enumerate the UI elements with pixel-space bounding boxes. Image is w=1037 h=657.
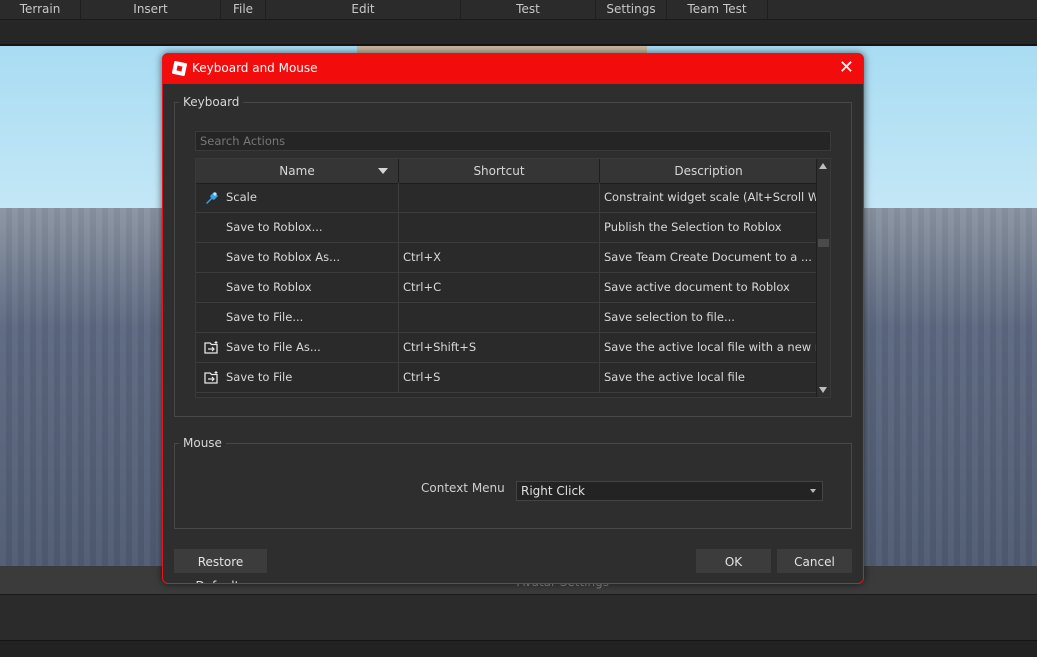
context-menu-label: Context Menu: [421, 481, 505, 495]
tab-test[interactable]: Test: [461, 0, 596, 19]
scroll-down-icon[interactable]: [819, 387, 827, 393]
close-icon[interactable]: ✕: [839, 58, 854, 78]
tab-team-test[interactable]: Team Test: [667, 0, 768, 19]
dialog-title-bar[interactable]: Keyboard and Mouse ✕: [163, 54, 863, 84]
row-description: Constraint widget scale (Alt+Scroll Whee…: [600, 183, 818, 212]
cancel-button[interactable]: Cancel: [777, 549, 852, 573]
row-shortcut[interactable]: Ctrl+Shift+S: [399, 333, 600, 362]
row-description: Save Team Create Document to a ...: [600, 243, 818, 272]
column-description-label: Description: [674, 164, 743, 178]
row-description: Save active document to Roblox: [600, 273, 818, 302]
mouse-group-label: Mouse: [179, 436, 226, 450]
row-description: Save the active local file: [600, 363, 818, 392]
row-description: Save the active local file with a new na…: [600, 333, 818, 362]
keyboard-mouse-dialog: Keyboard and Mouse ✕ Keyboard Name Short…: [162, 53, 864, 584]
search-actions-input[interactable]: [195, 131, 831, 151]
tab-edit[interactable]: Edit: [266, 0, 461, 19]
column-shortcut-label: Shortcut: [473, 164, 525, 178]
restore-defaults-button[interactable]: Restore Defaults: [174, 549, 267, 583]
ribbon-toolbar: [0, 20, 1037, 46]
row-name: Save to File...: [196, 303, 399, 332]
row-shortcut[interactable]: Ctrl+S: [399, 363, 600, 392]
shortcuts-table: Name Shortcut Description Scale Constrai…: [195, 158, 831, 398]
table-row[interactable]: Save to File Ctrl+S Save the active loca…: [196, 363, 818, 393]
column-name-label: Name: [279, 164, 315, 178]
dialog-title: Keyboard and Mouse: [192, 61, 318, 75]
tab-file[interactable]: File: [221, 0, 266, 19]
column-header-shortcut[interactable]: Shortcut: [399, 159, 600, 183]
row-name: Save to File As...: [196, 333, 399, 362]
sort-descending-icon: [378, 168, 388, 174]
table-row[interactable]: Save to File... Save selection to file..…: [196, 303, 818, 333]
column-header-name[interactable]: Name: [196, 159, 399, 183]
row-shortcut[interactable]: Ctrl+C: [399, 273, 600, 302]
table-scrollbar[interactable]: [816, 159, 830, 397]
status-bar: [0, 640, 1037, 657]
row-name: Save to File: [196, 363, 399, 392]
context-menu-select[interactable]: Right Click: [516, 481, 823, 501]
row-description: Save selection to file...: [600, 303, 818, 332]
ribbon-tab-bar: Terrain Insert File Edit Test Settings T…: [0, 0, 1037, 20]
table-row[interactable]: Save to Roblox Ctrl+C Save active docume…: [196, 273, 818, 303]
table-row[interactable]: Save to File As... Ctrl+Shift+S Save the…: [196, 333, 818, 363]
tab-insert[interactable]: Insert: [81, 0, 221, 19]
scrollbar-thumb[interactable]: [818, 239, 829, 247]
row-shortcut[interactable]: [399, 213, 600, 242]
tab-terrain[interactable]: Terrain: [0, 0, 81, 19]
keyboard-group-label: Keyboard: [179, 95, 244, 109]
column-header-description[interactable]: Description: [600, 159, 818, 183]
row-shortcut[interactable]: [399, 183, 600, 212]
row-description: Publish the Selection to Roblox: [600, 213, 818, 242]
row-name: Save to Roblox As...: [196, 243, 399, 272]
chevron-down-icon: [810, 489, 816, 493]
scroll-up-icon[interactable]: [819, 163, 827, 169]
roblox-logo-icon: [171, 60, 188, 77]
row-name: Scale: [196, 183, 399, 212]
row-name: Save to Roblox: [196, 273, 399, 302]
row-shortcut[interactable]: Ctrl+X: [399, 243, 600, 272]
row-shortcut[interactable]: [399, 303, 600, 332]
table-row[interactable]: Save to Roblox As... Ctrl+X Save Team Cr…: [196, 243, 818, 273]
tab-settings[interactable]: Settings: [596, 0, 667, 19]
table-header: Name Shortcut Description: [196, 159, 818, 184]
row-name: Save to Roblox...: [196, 213, 399, 242]
context-menu-value: Right Click: [521, 484, 586, 498]
ok-button[interactable]: OK: [696, 549, 771, 573]
table-row[interactable]: Scale Constraint widget scale (Alt+Scrol…: [196, 183, 818, 213]
table-row[interactable]: Save to Roblox... Publish the Selection …: [196, 213, 818, 243]
